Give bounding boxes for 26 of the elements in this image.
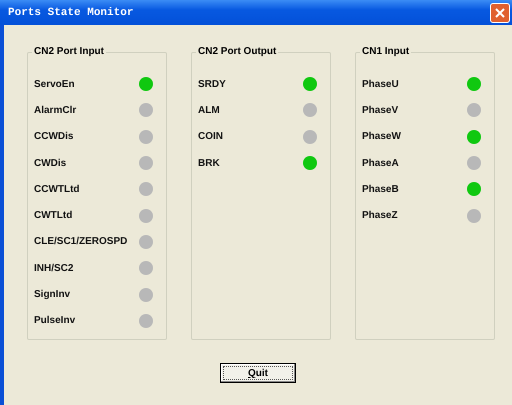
signal-label: ServoEn — [34, 78, 75, 90]
signal-label: CCWDis — [34, 131, 74, 142]
signal-label: PhaseU — [362, 78, 399, 90]
signal-label: SRDY — [198, 78, 226, 90]
signal-label: CLE/SC1/ZEROSPD — [34, 236, 128, 248]
group-title: CN1 Input — [360, 46, 412, 57]
signal-label: SignInv — [34, 289, 70, 300]
signal-label: COIN — [198, 131, 223, 142]
group-title: CN2 Port Output — [196, 46, 278, 57]
signal-label: ALM — [198, 104, 220, 116]
close-icon[interactable] — [490, 2, 510, 22]
window-title: Ports State Monitor — [8, 6, 134, 18]
signal-label: CWDis — [34, 158, 66, 169]
signal-label: AlarmClr — [34, 104, 76, 116]
signal-label: PhaseV — [362, 104, 398, 116]
signal-label: BRK — [198, 158, 220, 169]
signal-label: INH/SC2 — [34, 262, 74, 274]
signal-label: CWTLtd — [34, 210, 72, 222]
signal-label: CCWTLtd — [34, 184, 80, 195]
signal-label: PhaseA — [362, 158, 399, 169]
signal-label: PhaseB — [362, 184, 399, 195]
signal-label: PhaseW — [362, 131, 401, 142]
signal-label: PulseInv — [34, 315, 76, 326]
quit-button[interactable]: Quit — [220, 363, 296, 383]
signal-label: PhaseZ — [362, 210, 398, 222]
group-title: CN2 Port Input — [32, 46, 106, 57]
